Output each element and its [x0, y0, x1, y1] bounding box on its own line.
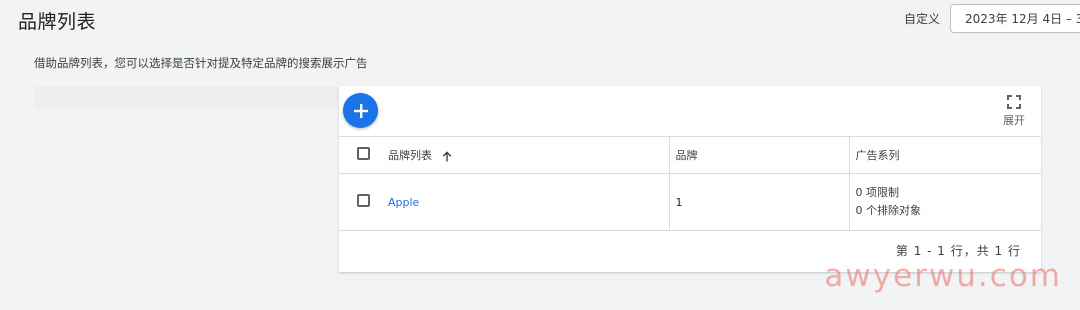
brand-count-cell: 1: [668, 173, 849, 231]
brand-list-name-cell: Apple: [379, 174, 669, 231]
brand-count: 1: [675, 195, 683, 209]
campaign-exclusions: 0 个排除对象: [855, 204, 922, 217]
expand-button[interactable]: 展开: [999, 95, 1029, 128]
expand-label: 展开: [1003, 114, 1025, 127]
brand-list-card: 展开 品牌列表 品牌 广告系列 Apple 1 0 项限制 0 个排除对象 第 …: [339, 86, 1041, 272]
header-checkbox-cell: [339, 137, 379, 174]
add-brand-list-button[interactable]: [343, 93, 378, 128]
brand-list-name-link[interactable]: Apple: [388, 196, 419, 209]
column-header-campaign[interactable]: 广告系列: [848, 136, 1041, 174]
campaign-limits: 0 项限制: [855, 186, 900, 199]
row-checkbox-cell: [339, 174, 379, 231]
page-title: 品牌列表: [18, 11, 97, 33]
column-header-campaign-label: 广告系列: [855, 149, 900, 162]
fullscreen-icon: [1007, 95, 1021, 109]
description-band: [34, 86, 338, 109]
pagination-summary: 第 1 - 1 行，共 1 行: [895, 244, 1021, 258]
column-header-brand-label: 品牌: [675, 149, 698, 162]
select-all-checkbox[interactable]: [357, 147, 370, 160]
date-range-area: 自定义 2023年 12月 4日 – 3: [904, 4, 1080, 33]
date-range-label: 自定义: [903, 12, 940, 26]
campaign-cell: 0 项限制 0 个排除对象: [848, 173, 1041, 231]
brand-list-table: 品牌列表 品牌 广告系列 Apple 1 0 项限制 0 个排除对象: [339, 136, 1041, 231]
page-description: 借助品牌列表，您可以选择是否针对提及特定品牌的搜索展示广告: [34, 56, 368, 70]
row-checkbox[interactable]: [357, 194, 370, 207]
table-header-row: 品牌列表 品牌 广告系列: [339, 136, 1041, 174]
watermark-text: awyerwu.com: [824, 258, 1062, 294]
table-row: Apple 1 0 项限制 0 个排除对象: [339, 173, 1041, 231]
column-header-brand[interactable]: 品牌: [668, 136, 849, 174]
column-header-brand-list[interactable]: 品牌列表: [379, 137, 669, 174]
arrow-up-icon: [442, 150, 451, 161]
plus-icon: [353, 103, 368, 118]
date-range-picker[interactable]: 2023年 12月 4日 – 3: [950, 4, 1080, 33]
column-header-brand-list-label: 品牌列表: [388, 149, 432, 162]
